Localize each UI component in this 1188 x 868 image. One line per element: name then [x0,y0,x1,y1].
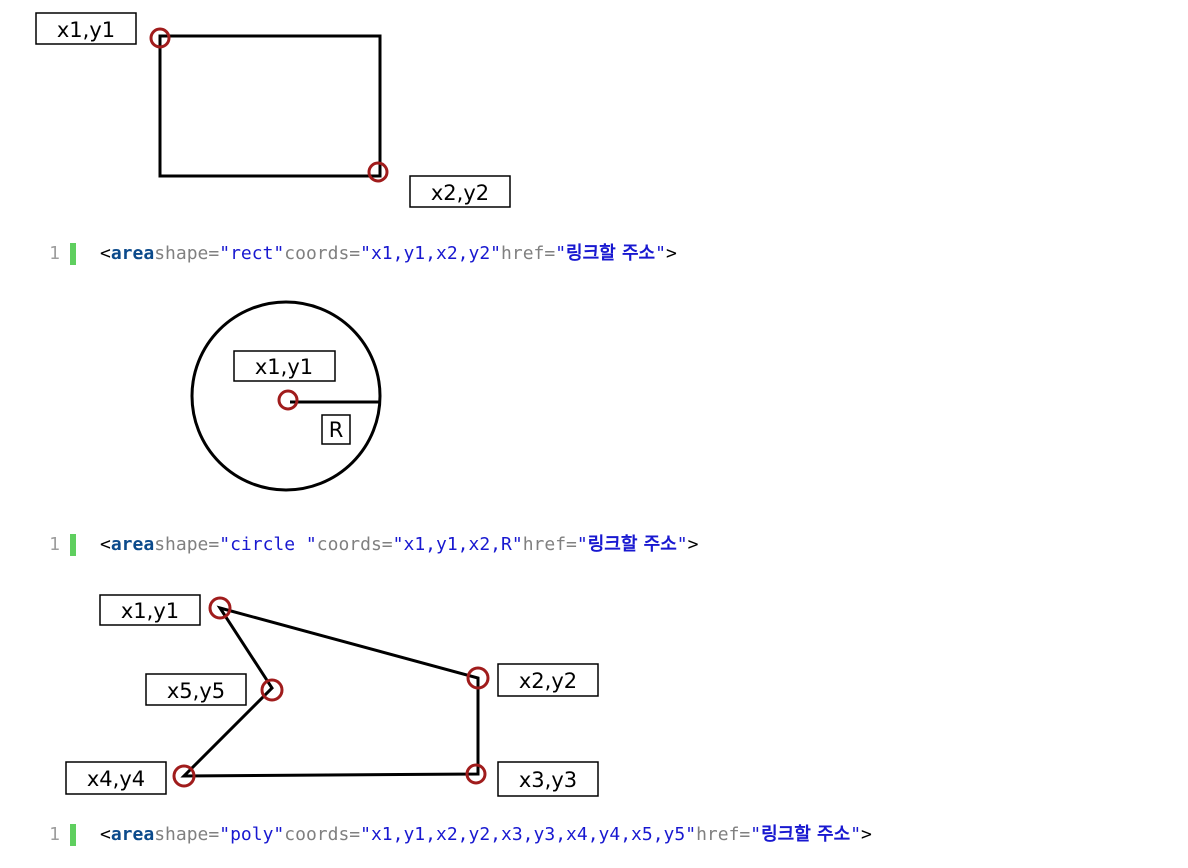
poly-label-1: x1,y1 [99,594,201,626]
gutter-bar [70,243,76,265]
href-quote-open: " [576,534,588,555]
line-number: 1 [49,534,60,555]
tag-close: > [687,534,699,555]
line-number: 1 [49,243,60,264]
rect-shape [158,34,382,178]
href-attr: href= [501,243,556,264]
rect-label-bottom-right: x2,y2 [409,175,511,208]
svg-text:x3,y3: x3,y3 [519,768,577,792]
coords-attr: coords= [284,824,361,845]
tag-open: < [100,243,111,264]
href-value: 링크할 주소 [761,824,851,845]
gutter-bar [70,534,76,556]
href-quote-close: " [655,243,666,264]
circle-shape [190,300,382,492]
svg-text:x1,y1: x1,y1 [121,599,179,623]
code-line-rect: 1 < area shape= "rect" coords= "x1,y1,x2,y2… [0,239,677,269]
coords-value: "x1,y1,x2,y2,x3,y3,x4,y4,x5,y5" [360,824,697,845]
svg-text:x2,y2: x2,y2 [519,669,577,693]
circle-diagram: x1,y1 R [190,300,382,492]
coords-attr: coords= [284,243,361,264]
poly-diagram: x1,y1 x2,y2 x3,y3 x4,y4 x5,y5 [65,594,599,797]
svg-text:x4,y4: x4,y4 [87,767,145,791]
href-quote-open: " [555,243,567,264]
poly-label-4: x4,y4 [65,761,167,795]
coords-value: "x1,y1,x2,y2" [360,243,502,264]
rect-corner-marker-bottom-right [367,161,389,183]
tag-close: > [861,824,872,845]
tag-open: < [100,534,111,555]
circle-label-center: x1,y1 [233,350,336,382]
href-quote-open: " [750,824,762,845]
href-attr: href= [522,534,577,555]
circle-label-radius: R [321,414,351,445]
code-line-circle: 1 < area shape= "circle " coords= "x1,y1,x2… [0,530,698,560]
svg-text:x5,y5: x5,y5 [167,679,225,703]
shape-attr: shape= [154,534,220,555]
rect-label-top-left: x1,y1 [35,12,137,45]
tag-close: > [665,243,677,264]
shape-value: "poly" [219,824,285,845]
coords-value: "x1,y1,x2,R" [392,534,523,555]
code-line-poly: 1 < area shape= "poly" coords= "x1,y1,x2,y2… [0,820,872,850]
shape-value: "rect" [219,243,285,264]
href-quote-close: " [850,824,862,845]
href-quote-close: " [676,534,688,555]
href-value: 링크할 주소 [566,243,656,264]
gutter-bar [70,824,76,846]
shape-attr: shape= [154,824,220,845]
rect-diagram: x1,y1 x2,y2 x1,y1 R x1,y1 x2,y2 x3,y3 x4… [35,12,599,797]
poly-label-2: x2,y2 [497,663,599,697]
svg-text:R: R [329,418,344,442]
tag-name: area [110,824,155,845]
circle-center-marker [277,389,299,411]
svg-text:x1,y1: x1,y1 [255,355,313,379]
line-number: 1 [49,824,60,845]
svg-text:x1,y1: x1,y1 [57,18,115,42]
svg-text:x2,y2: x2,y2 [431,181,489,205]
coords-attr: coords= [316,534,393,555]
poly-label-5: x5,y5 [145,673,247,706]
href-attr: href= [696,824,751,845]
tag-name: area [110,534,155,555]
tag-open: < [100,824,111,845]
shape-value: "circle " [219,534,317,555]
poly-label-3: x3,y3 [497,761,599,797]
shape-attr: shape= [154,243,220,264]
tag-name: area [110,243,155,264]
href-value: 링크할 주소 [587,534,677,555]
